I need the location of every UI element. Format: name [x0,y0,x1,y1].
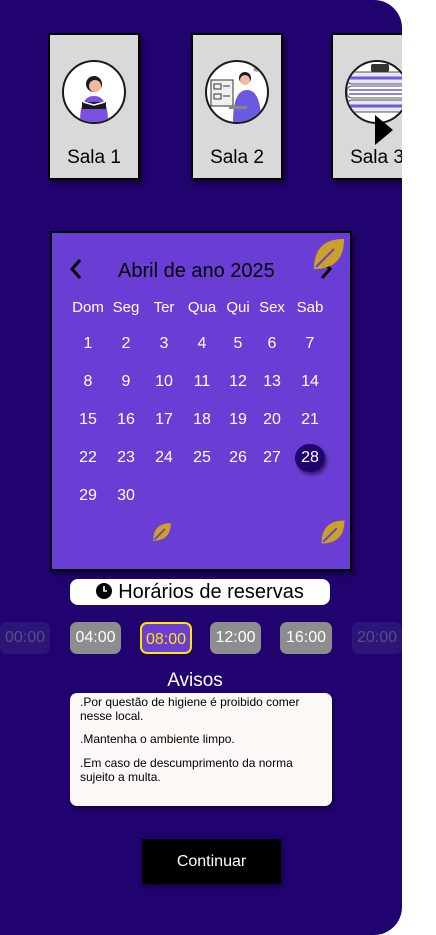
person-at-computer-icon: ≋ [205,60,269,124]
calendar-day[interactable]: 19 [220,407,256,433]
person-reading-icon [62,60,126,124]
time-slot-12[interactable]: 12:00 [210,622,261,654]
schedule-title-text: Horários de reservas [118,581,304,603]
calendar-day[interactable]: 22 [70,445,106,471]
continue-button[interactable]: Continuar [142,839,281,884]
notice-item: .Em caso de descumprimento da norma suje… [80,756,293,784]
leaf-icon [152,522,172,547]
calendar-day[interactable]: 20 [254,407,290,433]
notices-box: .Por questão de higiene é proibido comer… [70,693,332,806]
calendar-day[interactable]: 29 [70,483,106,509]
calendar-day[interactable]: 2 [108,331,144,357]
weekday-label: Qui [226,299,250,316]
weekday-label: Sex [259,299,285,316]
calendar: Abril de ano 2025 Dom Seg Ter Qua Qui Sex Sab … [50,231,352,571]
clock-icon [96,583,113,599]
weekday-label: Qua [187,299,217,316]
calendar-day[interactable]: 16 [108,407,144,433]
notice-item: .Mantenha o ambiente limpo. [80,732,235,746]
calendar-day[interactable]: 5 [220,331,256,357]
calendar-day[interactable]: 30 [108,483,144,509]
room-label: Sala 3 [350,147,402,168]
app-screen: Sala 1 ≋ Sala 2 Sala 3 Abril de ano 2025… [0,0,402,935]
calendar-day[interactable]: 25 [184,445,220,471]
calendar-day[interactable]: 14 [292,369,328,395]
weekday-label: Seg [112,299,140,316]
time-slot-04[interactable]: 04:00 [70,622,121,654]
calendar-day[interactable]: 27 [254,445,290,471]
weekday-label: Dom [72,299,104,316]
calendar-day[interactable]: 15 [70,407,106,433]
calendar-day[interactable]: 4 [184,331,220,357]
calendar-day[interactable]: 7 [292,331,328,357]
notices-title: Avisos [167,670,223,691]
calendar-day[interactable]: 11 [184,369,220,395]
weekday-label: Ter [153,299,175,316]
leaf-icon [312,237,346,276]
calendar-day[interactable]: 18 [184,407,220,433]
room-label: Sala 1 [67,147,121,168]
notice-item: .Por questão de higiene é proibido comer… [80,695,300,723]
leaf-icon [320,519,346,550]
svg-text:≋: ≋ [253,66,259,74]
calendar-day[interactable]: 23 [108,445,144,471]
play-arrow-icon[interactable] [375,115,393,145]
calendar-day[interactable]: 3 [146,331,182,357]
calendar-day[interactable]: 8 [70,369,106,395]
calendar-title: Abril de ano 2025 [118,260,275,282]
calendar-day[interactable]: 17 [146,407,182,433]
weekday-label: Sab [296,299,324,316]
room-card-sala-2[interactable]: ≋ Sala 2 [191,33,283,180]
schedule-title: Horários de reservas [70,579,330,605]
room-card-sala-1[interactable]: Sala 1 [48,33,140,180]
time-slot-20[interactable]: 20:00 [352,622,402,654]
calendar-day-selected[interactable]: 28 [295,444,325,472]
chevron-left-icon[interactable] [68,257,84,286]
time-slot-00[interactable]: 00:00 [0,622,50,654]
calendar-day[interactable]: 9 [108,369,144,395]
calendar-day[interactable]: 13 [254,369,290,395]
calendar-day[interactable]: 12 [220,369,256,395]
calendar-day[interactable]: 6 [254,331,290,357]
time-slot-08[interactable]: 08:00 [140,622,192,654]
room-card-sala-3[interactable]: Sala 3 [331,33,402,180]
calendar-day[interactable]: 1 [70,331,106,357]
calendar-day[interactable]: 26 [220,445,256,471]
calendar-day[interactable]: 24 [146,445,182,471]
calendar-day[interactable]: 10 [146,369,182,395]
calendar-day[interactable]: 21 [292,407,328,433]
books-icon [345,60,402,124]
room-label: Sala 2 [210,147,264,168]
time-slot-16[interactable]: 16:00 [280,622,332,654]
